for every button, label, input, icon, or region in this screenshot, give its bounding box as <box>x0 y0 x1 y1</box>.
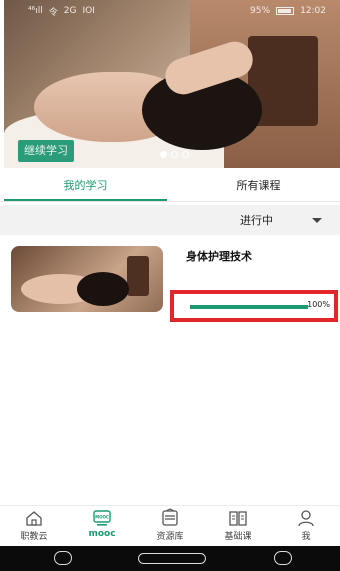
recent-apps-icon[interactable] <box>274 551 292 565</box>
nav-item-zhijiaoyun[interactable]: 职教云 <box>4 508 64 542</box>
course-thumbnail[interactable] <box>11 246 163 312</box>
filter-row: 进行中 <box>0 205 340 235</box>
back-icon[interactable] <box>54 551 72 565</box>
battery-icon <box>276 7 295 15</box>
continue-learning-button[interactable]: 继续学习 <box>18 140 74 162</box>
progress-highlight-box: 100% <box>170 290 338 322</box>
signal-icon: ⁴⁶ıll <box>28 6 43 16</box>
tab-bar: 我的学习 所有课程 <box>0 172 340 202</box>
battery-percent: 95% <box>250 6 271 16</box>
app-screen: 继续学习 ⁴⁶ıll 令 2G IOI 95% 12:02 我的学习 所有课程 … <box>0 0 340 571</box>
clock: 12:02 <box>300 6 326 16</box>
course-progress-label: 100% <box>307 300 330 309</box>
home-icon <box>26 511 42 526</box>
home-button[interactable] <box>138 553 206 564</box>
course-progress-bar <box>190 305 308 309</box>
mooc-icon: MOOC <box>93 510 111 526</box>
wifi-icon: 令 <box>48 7 58 18</box>
nav-item-me[interactable]: 我 <box>276 508 336 542</box>
thumbnail-photo-lamp <box>127 256 149 296</box>
bottom-navigation: 职教云 MOOC mooc 资源库 基础课 我 <box>0 505 340 545</box>
course-title[interactable]: 身体护理技术 <box>186 248 252 264</box>
carousel-indicator <box>160 151 189 158</box>
book-icon <box>229 511 247 526</box>
carousel-dot-1[interactable] <box>160 151 167 158</box>
thumbnail-photo-hair <box>77 272 129 306</box>
tab-all-courses[interactable]: 所有课程 <box>177 172 340 201</box>
library-icon <box>162 508 178 526</box>
user-icon <box>298 510 314 527</box>
nav-item-basic-courses[interactable]: 基础课 <box>208 508 268 542</box>
nav-item-mooc[interactable]: MOOC mooc <box>72 508 132 539</box>
status-filter-dropdown[interactable]: 进行中 <box>222 207 330 233</box>
network-type: 2G <box>63 6 77 16</box>
nav-item-resource-library[interactable]: 资源库 <box>140 508 200 542</box>
tab-my-learning[interactable]: 我的学习 <box>4 172 167 201</box>
course-banner[interactable]: 继续学习 <box>4 0 340 168</box>
sim-icon: IOI <box>82 6 95 16</box>
system-navigation-bar <box>0 546 340 571</box>
carousel-dot-3[interactable] <box>182 151 189 158</box>
svg-text:MOOC: MOOC <box>95 515 109 520</box>
status-filter-value: 进行中 <box>240 214 273 227</box>
status-bar: ⁴⁶ıll 令 2G IOI 95% 12:02 <box>0 0 340 22</box>
carousel-dot-2[interactable] <box>171 151 178 158</box>
course-progress-fill <box>190 305 308 309</box>
chevron-down-icon <box>312 217 322 223</box>
